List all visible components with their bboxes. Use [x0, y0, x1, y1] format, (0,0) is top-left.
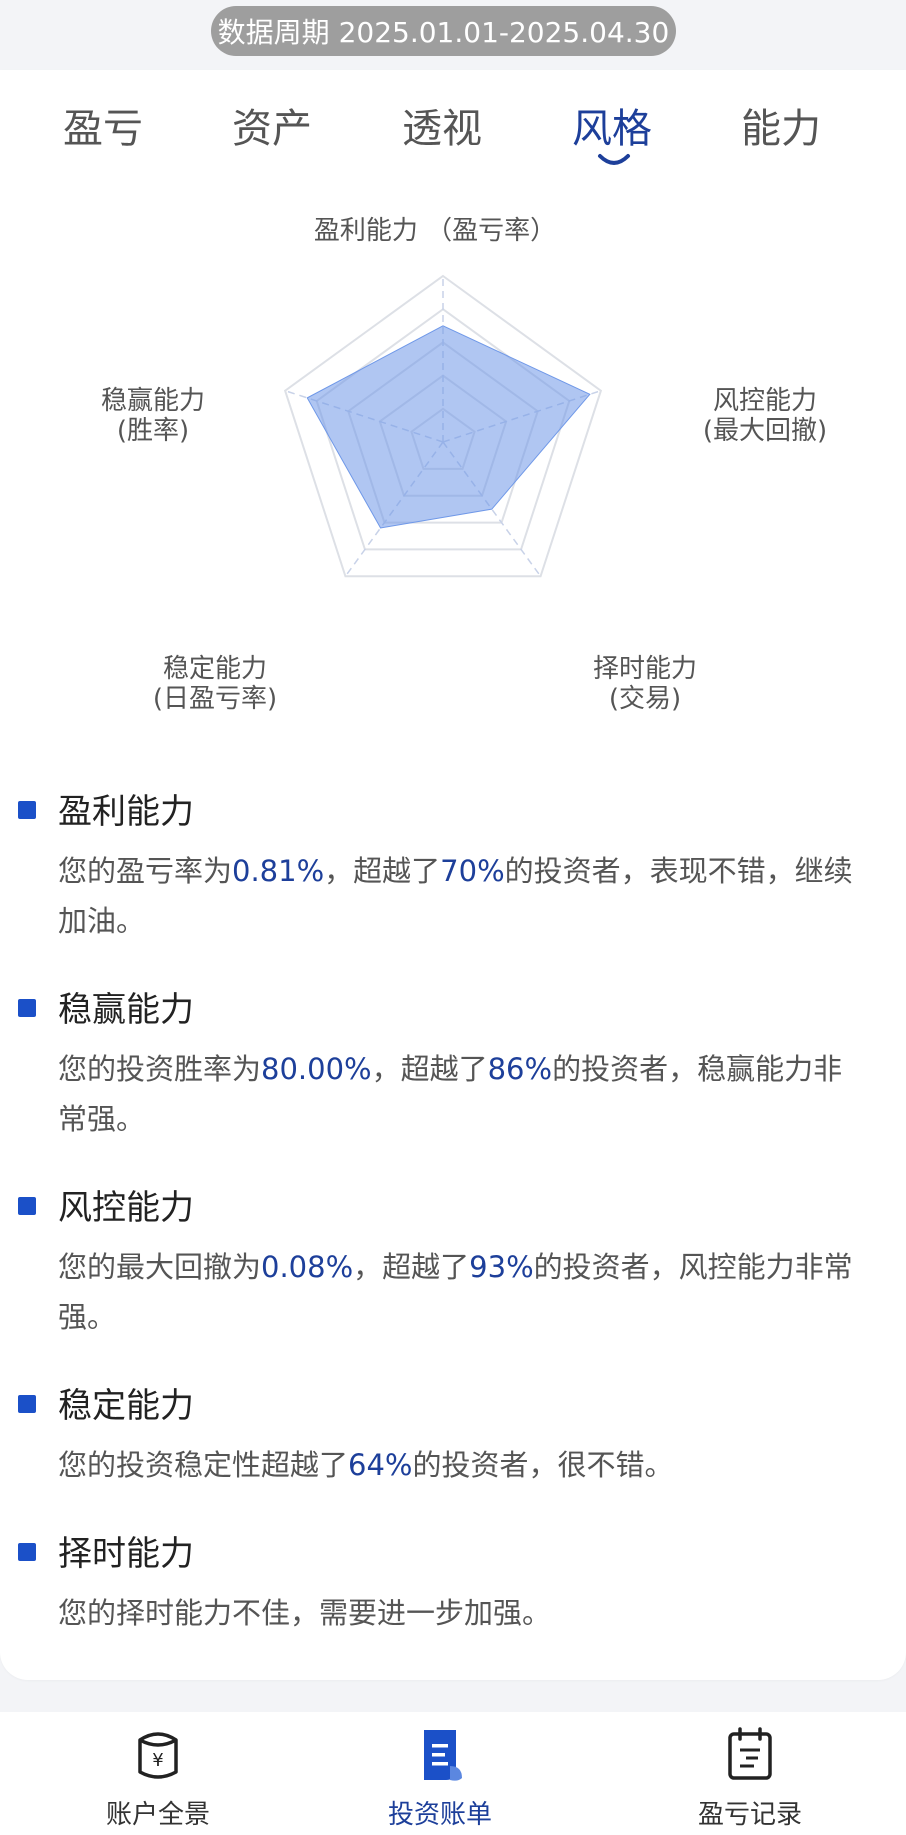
description-text: 您的最大回撤为 — [58, 1250, 262, 1284]
radar-label-timing-line2: (交易) — [608, 684, 682, 714]
radar-label-stability-line2: (日盈亏率) — [152, 684, 278, 714]
ability-title: 风控能力 — [58, 1188, 194, 1228]
bullet-marker — [18, 1197, 36, 1215]
ability-description: 您的盈亏率为0.81%，超越了70%的投资者，表现不错，继续加油。 — [58, 846, 858, 946]
radar-label-profit: 盈利能力 （盈亏率） — [300, 216, 570, 246]
nav-profit-loss-record[interactable]: 盈亏记录 — [650, 1712, 850, 1835]
description-text: ，超越了 — [371, 1052, 488, 1086]
bank-icon: ¥ — [138, 1732, 178, 1779]
nav-account-overview[interactable]: ¥ 账户全景 — [58, 1712, 258, 1835]
tab-perspective[interactable]: 透视 — [372, 96, 512, 154]
ability-title: 盈利能力 — [58, 792, 194, 832]
bill-icon — [424, 1730, 462, 1781]
radar-label-timing: 择时能力 (交易) — [570, 654, 720, 714]
description-text: ，超越了 — [353, 1250, 470, 1284]
radar-label-risk-control: 风控能力 (最大回撤) — [685, 386, 845, 446]
ability-description: 您的择时能力不佳，需要进一步加强。 — [58, 1588, 858, 1638]
description-text: 您的择时能力不佳，需要进一步加强。 — [58, 1596, 552, 1630]
bullet-marker — [18, 999, 36, 1017]
radar-label-win-rate-line2: (胜率) — [116, 416, 190, 446]
active-tab-indicator — [598, 154, 630, 165]
nav-label: 账户全景 — [105, 1800, 210, 1830]
bullet-marker — [18, 1543, 36, 1561]
highlight-value: 64% — [348, 1448, 413, 1482]
description-text: 您的投资胜率为 — [58, 1052, 262, 1086]
svg-text:¥: ¥ — [152, 1750, 163, 1771]
radar-label-timing-line1: 择时能力 — [592, 654, 697, 684]
radar-label-stability-line1: 稳定能力 — [162, 654, 267, 684]
description-text: ，超越了 — [324, 854, 441, 888]
highlight-value: 0.81% — [232, 854, 325, 888]
radar-label-profit-line1: 盈利能力 （盈亏率） — [313, 216, 557, 246]
data-period-label: 数据周期 2025.01.01-2025.04.30 — [217, 16, 670, 49]
tab-bar: 盈亏 资产 透视 风格 能力 — [0, 96, 906, 176]
ability-title: 择时能力 — [58, 1534, 194, 1574]
highlight-value: 0.08% — [261, 1250, 354, 1284]
highlight-value: 93% — [469, 1250, 534, 1284]
bullet-marker — [18, 801, 36, 819]
tab-profit-loss[interactable]: 盈亏 — [33, 96, 173, 154]
tab-assets[interactable]: 资产 — [202, 96, 342, 154]
bottom-navigation: ¥ 账户全景 投资账单 盈亏记录 — [0, 1712, 906, 1835]
description-text: 的投资者，很不错。 — [412, 1448, 674, 1482]
data-period-pill: 数据周期 2025.01.01-2025.04.30 — [211, 6, 676, 56]
nav-investment-bill[interactable]: 投资账单 — [340, 1712, 540, 1835]
highlight-value: 70% — [440, 854, 505, 888]
bullet-marker — [18, 1395, 36, 1413]
radar-label-risk-control-line2: (最大回撤) — [702, 416, 828, 446]
ability-radar-chart: 盈利能力 （盈亏率） 风控能力 (最大回撤) 择时能力 (交易) 稳定能力 (日… — [0, 200, 906, 740]
tab-style[interactable]: 风格 — [542, 96, 682, 154]
radar-label-win-rate-line1: 稳赢能力 — [100, 386, 205, 416]
radar-label-stability: 稳定能力 (日盈亏率) — [125, 654, 305, 714]
nav-label: 投资账单 — [387, 1800, 492, 1830]
ability-title: 稳赢能力 — [58, 990, 194, 1030]
radar-label-win-rate: 稳赢能力 (胜率) — [78, 386, 228, 446]
description-text: 您的投资稳定性超越了 — [58, 1448, 349, 1482]
highlight-value: 80.00% — [261, 1052, 372, 1086]
description-text: 您的盈亏率为 — [58, 854, 233, 888]
calendar-icon — [728, 1727, 772, 1780]
tab-ability[interactable]: 能力 — [711, 96, 851, 154]
ability-description: 您的投资胜率为80.00%，超越了86%的投资者，稳赢能力非常强。 — [58, 1044, 858, 1144]
radar-label-risk-control-line1: 风控能力 — [712, 386, 817, 416]
nav-label: 盈亏记录 — [697, 1800, 802, 1830]
ability-description: 您的投资稳定性超越了64%的投资者，很不错。 — [58, 1440, 858, 1490]
ability-description: 您的最大回撤为0.08%，超越了93%的投资者，风控能力非常强。 — [58, 1242, 858, 1342]
ability-title: 稳定能力 — [58, 1386, 194, 1426]
highlight-value: 86% — [487, 1052, 553, 1086]
radar-value-area — [306, 325, 591, 529]
